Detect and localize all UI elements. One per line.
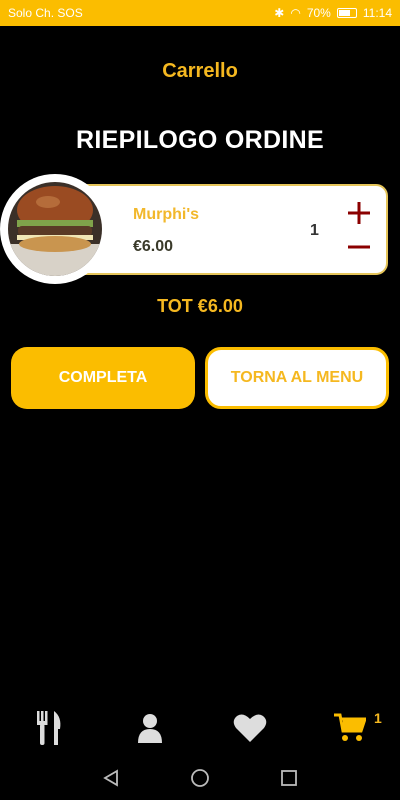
system-back-button[interactable] [99,766,123,790]
nav-favorites[interactable] [230,710,270,746]
back-triangle-icon [103,769,118,787]
nav-profile[interactable] [130,710,170,746]
item-image [0,174,110,284]
user-icon [138,714,162,743]
system-home-button[interactable] [188,766,212,790]
complete-order-button[interactable]: COMPLETA [11,347,195,409]
order-total: TOT €6.00 [157,296,243,316]
clock: 11:14 [362,6,392,20]
wifi-icon: ◠ [290,6,301,20]
minus-icon [348,245,370,249]
fork-knife-icon [37,711,61,745]
nav-cart[interactable] [330,710,370,746]
cart-icon [334,713,366,741]
item-quantity: 1 [310,222,319,239]
battery-percent: 70% [306,6,331,20]
nav-menu[interactable] [30,710,70,746]
carrier-text: Solo Ch. SOS [8,6,83,20]
battery-icon [336,8,357,18]
status-icons: ✱ ◠ 70% 11:14 [274,6,392,20]
back-to-menu-button[interactable]: TORNA AL MENU [205,347,389,409]
item-price: €6.00 [133,238,174,255]
system-nav-bar [0,756,400,800]
plus-icon [348,202,370,224]
bluetooth-icon: ✱ [274,6,285,20]
increase-quantity-button[interactable] [346,200,372,226]
item-name: Murphi's [133,206,200,223]
bottom-nav [0,700,400,756]
recents-square-icon [281,770,297,786]
cart-count-badge: 1 [374,710,382,726]
decrease-quantity-button[interactable] [346,234,372,260]
order-summary-heading: RIEPILOGO ORDINE [76,126,324,154]
page-title: Carrello [162,60,238,82]
heart-icon [233,714,267,742]
home-circle-icon [191,769,209,787]
burger-photo [8,182,102,276]
status-bar: Solo Ch. SOS ✱ ◠ 70% 11:14 [0,0,400,26]
system-recents-button[interactable] [277,766,301,790]
